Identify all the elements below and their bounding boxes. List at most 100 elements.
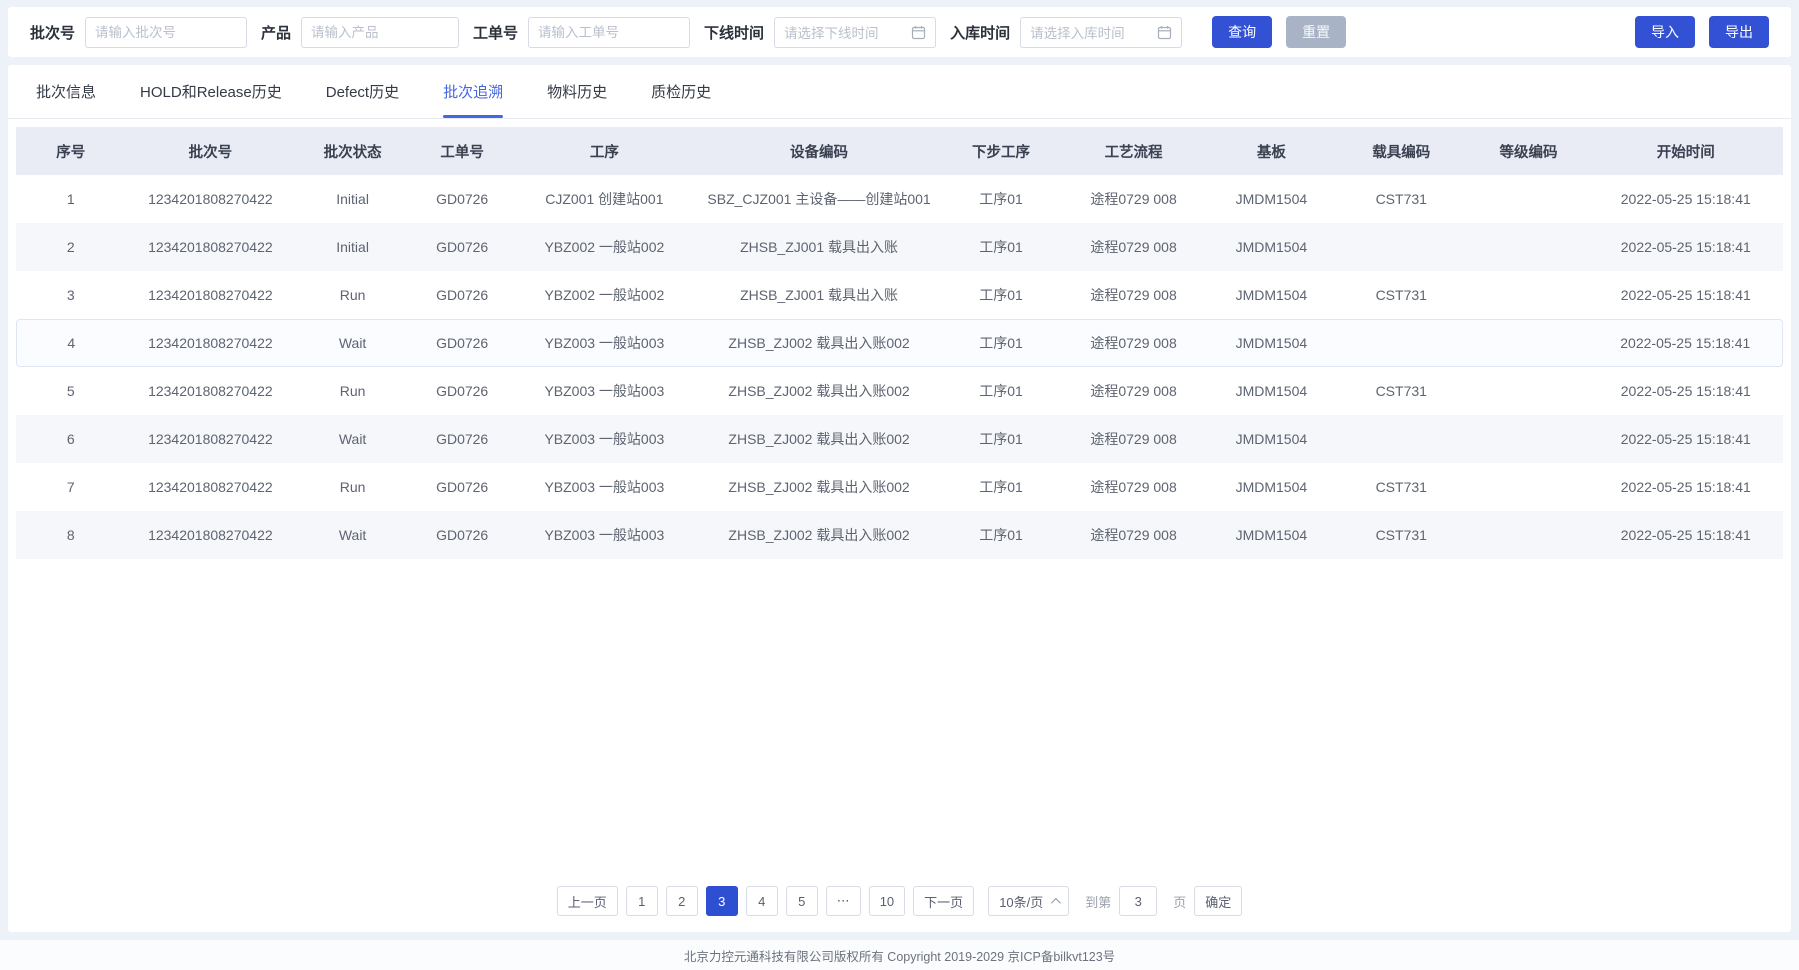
table-cell — [1468, 367, 1588, 415]
table-row[interactable]: 81234201808270422WaitGD0726YBZ003 一般站003… — [16, 511, 1783, 559]
table-cell: 2022-05-25 15:18:41 — [1589, 319, 1783, 367]
prev-page-button[interactable]: 上一页 — [557, 886, 618, 916]
table-cell: CJZ001 创建站001 — [514, 175, 694, 223]
inbound-time-picker[interactable]: 请选择入库时间 — [1020, 17, 1182, 48]
table-cell: GD0726 — [410, 271, 514, 319]
table-cell: 5 — [16, 367, 126, 415]
table-cell — [1468, 511, 1588, 559]
main-card: 批次信息 HOLD和Release历史 Defect历史批次追溯物料历史质检历史 序… — [8, 65, 1791, 932]
batch-trace-table: 序号批次号批次状态工单号工序设备编码下步工序工艺流程基板载具编码等级编码开始时间… — [16, 127, 1783, 559]
table-cell: 1234201808270422 — [126, 367, 296, 415]
table-cell: Run — [295, 271, 410, 319]
table-cell: JMDM1504 — [1209, 511, 1334, 559]
table-row[interactable]: 31234201808270422RunGD0726YBZ002 一般站002Z… — [16, 271, 1783, 319]
table-cell: ZHSB_ZJ001 载具出入账 — [694, 223, 943, 271]
jump-page-input[interactable] — [1119, 886, 1157, 916]
product-input[interactable] — [311, 25, 449, 40]
table-cell: YBZ003 一般站003 — [514, 463, 694, 511]
page-button-3[interactable]: 3 — [706, 886, 738, 916]
table-cell: 3 — [16, 271, 126, 319]
table-cell: 1234201808270422 — [126, 511, 296, 559]
query-button[interactable]: 查询 — [1212, 16, 1272, 48]
table-cell — [1468, 223, 1588, 271]
page-button-5[interactable]: 5 — [786, 886, 818, 916]
table-cell — [1334, 223, 1468, 271]
table-cell — [1334, 319, 1468, 367]
export-button[interactable]: 导出 — [1709, 16, 1769, 48]
tab-3[interactable]: 批次追溯 — [443, 65, 503, 118]
column-header: 批次号 — [126, 127, 296, 175]
page-button-4[interactable]: 4 — [746, 886, 778, 916]
table-cell: ZHSB_ZJ002 载具出入账002 — [694, 367, 943, 415]
table-cell — [1334, 415, 1468, 463]
table-cell: YBZ002 一般站002 — [514, 271, 694, 319]
table-cell: 2022-05-25 15:18:41 — [1589, 511, 1783, 559]
table-cell: 途程0729 008 — [1058, 367, 1208, 415]
table-cell: ZHSB_ZJ002 载具出入账002 — [694, 463, 943, 511]
tab-5[interactable]: 质检历史 — [651, 65, 711, 118]
table-cell: 6 — [16, 415, 126, 463]
table-cell: 2022-05-25 15:18:41 — [1589, 463, 1783, 511]
table-cell: 2 — [16, 223, 126, 271]
table-row[interactable]: 41234201808270422WaitGD0726YBZ003 一般站003… — [16, 319, 1783, 367]
page-size-select[interactable]: 10条/页 — [988, 886, 1069, 916]
table-cell: 工序01 — [944, 223, 1059, 271]
column-header: 序号 — [16, 127, 126, 175]
table-cell — [1468, 175, 1588, 223]
filter-bar: 批次号 产品 工单号 下线时间 请选择下线时间 — [8, 7, 1791, 57]
import-button[interactable]: 导入 — [1635, 16, 1695, 48]
table-row[interactable]: 21234201808270422InitialGD0726YBZ002 一般站… — [16, 223, 1783, 271]
page-button-10[interactable]: 10 — [869, 886, 905, 916]
table-cell: Wait — [295, 319, 410, 367]
column-header: 设备编码 — [694, 127, 943, 175]
table-cell: GD0726 — [410, 175, 514, 223]
table-cell: YBZ003 一般站003 — [514, 319, 694, 367]
column-header: 载具编码 — [1334, 127, 1468, 175]
column-header: 工单号 — [410, 127, 514, 175]
table-cell: YBZ003 一般站003 — [514, 511, 694, 559]
batch-no-input[interactable] — [95, 25, 237, 40]
table-row[interactable]: 51234201808270422RunGD0726YBZ003 一般站003Z… — [16, 367, 1783, 415]
table-row[interactable]: 61234201808270422WaitGD0726YBZ003 一般站003… — [16, 415, 1783, 463]
page-button-1[interactable]: 1 — [626, 886, 658, 916]
table-cell — [1468, 415, 1588, 463]
column-header: 工艺流程 — [1058, 127, 1208, 175]
table-cell: 2022-05-25 15:18:41 — [1589, 271, 1783, 319]
page-ellipsis[interactable]: ⋯ — [826, 886, 861, 916]
table-cell: 途程0729 008 — [1058, 415, 1208, 463]
table-row[interactable]: 71234201808270422RunGD0726YBZ003 一般站003Z… — [16, 463, 1783, 511]
tab-2[interactable]: Defect历史 — [326, 65, 399, 118]
page-button-2[interactable]: 2 — [666, 886, 698, 916]
table-cell: Run — [295, 367, 410, 415]
table-cell: 1234201808270422 — [126, 271, 296, 319]
tab-1[interactable]: HOLD和Release历史 — [140, 65, 282, 118]
table-cell: Wait — [295, 415, 410, 463]
table-cell: GD0726 — [410, 367, 514, 415]
reset-button[interactable]: 重置 — [1286, 16, 1346, 48]
confirm-jump-button[interactable]: 确定 — [1194, 886, 1242, 916]
table-cell: ZHSB_ZJ002 载具出入账002 — [694, 511, 943, 559]
table-cell: JMDM1504 — [1209, 367, 1334, 415]
table-cell: GD0726 — [410, 511, 514, 559]
batch-no-input-wrap — [85, 17, 247, 48]
table-cell: CST731 — [1334, 463, 1468, 511]
column-header: 基板 — [1209, 127, 1334, 175]
table-cell: 1 — [16, 175, 126, 223]
table-cell: ZHSB_ZJ002 载具出入账002 — [694, 415, 943, 463]
table-cell: 途程0729 008 — [1058, 463, 1208, 511]
work-order-input[interactable] — [538, 25, 680, 40]
calendar-icon — [911, 25, 926, 40]
next-page-button[interactable]: 下一页 — [913, 886, 974, 916]
tab-0[interactable]: 批次信息 — [36, 65, 96, 118]
table-cell: GD0726 — [410, 463, 514, 511]
column-header: 下步工序 — [944, 127, 1059, 175]
tab-4[interactable]: 物料历史 — [547, 65, 607, 118]
offline-time-picker[interactable]: 请选择下线时间 — [774, 17, 936, 48]
table-header-row: 序号批次号批次状态工单号工序设备编码下步工序工艺流程基板载具编码等级编码开始时间 — [16, 127, 1783, 175]
filter-field-work-order: 工单号 — [473, 17, 690, 48]
table-cell: Initial — [295, 223, 410, 271]
table-cell: 1234201808270422 — [126, 319, 296, 367]
table-row[interactable]: 11234201808270422InitialGD0726CJZ001 创建站… — [16, 175, 1783, 223]
pagination: 上一页 12345⋯10 下一页 10条/页 到第 页 确定 — [8, 886, 1791, 932]
table-cell: Wait — [295, 511, 410, 559]
